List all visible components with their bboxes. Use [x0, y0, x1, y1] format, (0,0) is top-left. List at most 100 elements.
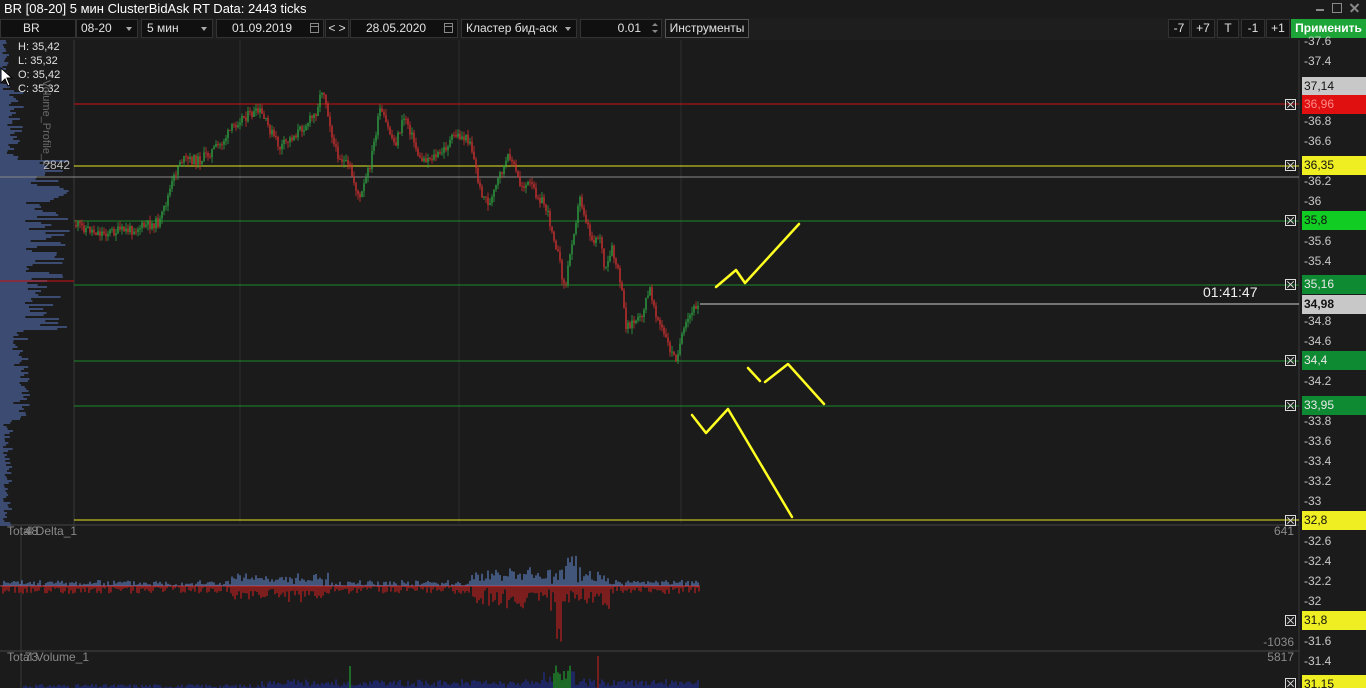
candle-body: [221, 144, 223, 146]
profile-bar: [0, 470, 7, 472]
candle-body: [537, 197, 539, 199]
profile-bar: [0, 284, 38, 286]
candle-body: [659, 319, 661, 325]
profile-bar: [0, 450, 9, 452]
candle-body: [397, 132, 399, 146]
candle-body: [505, 160, 507, 166]
maximize-icon[interactable]: [1332, 3, 1342, 13]
zoom-minus-7-button[interactable]: -7: [1168, 19, 1190, 38]
price-axis-tick: -34.8: [1304, 314, 1332, 328]
candle-body: [123, 226, 125, 232]
candle-body: [509, 154, 511, 160]
candle-body: [175, 174, 177, 176]
symbol-select[interactable]: BR: [0, 19, 76, 38]
candle-body: [637, 316, 639, 321]
profile-bar: [0, 376, 21, 378]
candle-body: [539, 198, 541, 204]
remove-level-icon[interactable]: [1285, 160, 1296, 171]
candle-body: [491, 196, 493, 204]
profile-bar: [0, 104, 10, 106]
step-up-icon[interactable]: [651, 21, 659, 28]
candle-body: [527, 181, 529, 186]
profile-bar: [0, 412, 26, 414]
candle-body: [691, 312, 693, 315]
zoom-plus-1-button[interactable]: +1: [1266, 19, 1290, 38]
date-from-input[interactable]: 01.09.2019: [216, 19, 324, 38]
profile-bar: [0, 308, 44, 310]
profile-bar: [0, 190, 69, 192]
candle-body: [87, 226, 89, 228]
candle-body: [621, 282, 623, 291]
candle-body: [155, 218, 157, 229]
profile-bar: [0, 146, 10, 148]
profile-bar: [0, 114, 12, 116]
step-stepper[interactable]: 0.01: [580, 19, 662, 38]
candle-body: [109, 229, 111, 234]
candle-body: [465, 134, 467, 141]
candle-body: [609, 256, 611, 262]
step-down-icon[interactable]: [651, 29, 659, 36]
candle-body: [457, 133, 459, 137]
remove-level-icon[interactable]: [1285, 279, 1296, 290]
candle-body: [311, 115, 313, 119]
price-axis-tick: -31.4: [1304, 654, 1332, 668]
candle-body: [269, 125, 271, 135]
candle-body: [439, 152, 441, 154]
profile-bar: [0, 108, 14, 110]
timeframe-label: 5 мин: [147, 21, 179, 35]
candle-body: [495, 185, 497, 190]
calendar-icon[interactable]: [444, 23, 453, 33]
minimize-icon[interactable]: [1314, 2, 1326, 14]
candle-body: [449, 139, 451, 147]
date-to-input[interactable]: 28.05.2020: [350, 19, 458, 38]
contract-select[interactable]: 08-20: [76, 19, 138, 38]
zoom-plus-7-button[interactable]: +7: [1191, 19, 1215, 38]
candle-body: [663, 327, 665, 334]
profile-bar: [0, 448, 13, 450]
timeframe-select[interactable]: 5 мин: [141, 19, 213, 38]
remove-level-icon[interactable]: [1285, 215, 1296, 226]
zoom-minus-1-button[interactable]: -1: [1241, 19, 1265, 38]
profile-bar: [0, 134, 11, 136]
candle-body: [613, 245, 615, 259]
price-axis-tick: -32.6: [1304, 534, 1332, 548]
candle-body: [289, 137, 291, 143]
candle-body: [477, 168, 479, 183]
date-nav-button[interactable]: < >: [325, 19, 349, 38]
profile-bar: [0, 226, 45, 228]
profile-bar: [0, 492, 7, 494]
candle-body: [141, 222, 143, 229]
price-tag: 32,8: [1302, 511, 1366, 530]
candle-body: [381, 108, 383, 112]
remove-level-icon[interactable]: [1285, 355, 1296, 366]
profile-bar: [0, 220, 26, 222]
profile-bar: [0, 298, 32, 300]
price-axis-tick: -33.6: [1304, 434, 1332, 448]
profile-bar: [0, 258, 65, 260]
profile-bar: [0, 514, 6, 516]
candle-body: [589, 224, 591, 236]
chart-type-select[interactable]: Кластер бид-аск: [461, 19, 577, 38]
remove-level-icon[interactable]: [1285, 678, 1296, 688]
chart-canvas[interactable]: [0, 40, 1366, 688]
candle-body: [287, 141, 289, 143]
profile-bar: [0, 338, 28, 340]
date-nav-label: < >: [328, 21, 346, 35]
calendar-icon[interactable]: [310, 23, 319, 33]
price-axis-tick: -32.4: [1304, 554, 1332, 568]
remove-level-icon[interactable]: [1285, 615, 1296, 626]
remove-level-icon[interactable]: [1285, 99, 1296, 110]
price-tag: 36,96: [1302, 95, 1366, 114]
candle-body: [295, 135, 297, 138]
remove-level-icon[interactable]: [1285, 400, 1296, 411]
time-button[interactable]: T: [1217, 19, 1239, 38]
profile-bar: [0, 210, 43, 212]
candle-body: [435, 154, 437, 158]
close-icon[interactable]: [1348, 2, 1360, 14]
candle-body: [429, 157, 431, 159]
profile-bar: [0, 234, 65, 236]
candle-body: [309, 115, 311, 124]
profile-bar: [0, 348, 13, 350]
candle-body: [235, 125, 237, 128]
tools-button[interactable]: Инструменты: [665, 19, 749, 38]
